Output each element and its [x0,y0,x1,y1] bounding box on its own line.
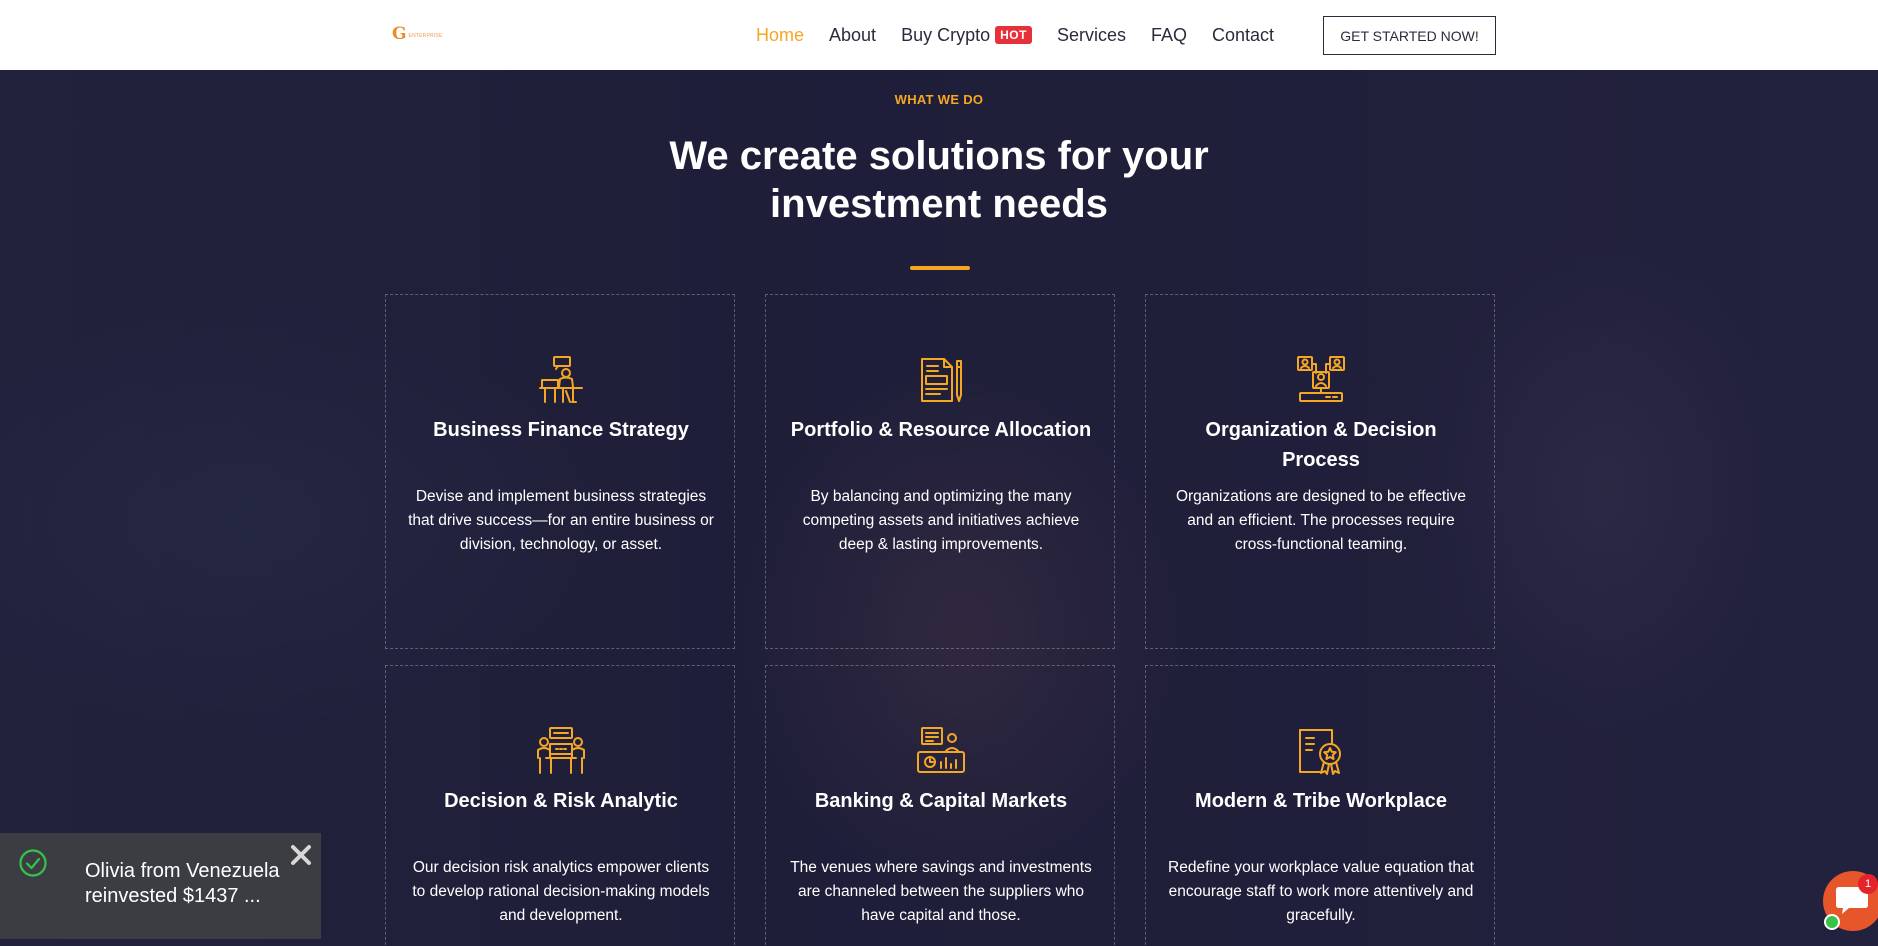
service-card-workplace: Modern & Tribe Workplace Redefine your w… [1145,665,1495,946]
nav-buy-crypto[interactable]: Buy Crypto HOT [901,25,1032,46]
service-card-portfolio: Portfolio & Resource Allocation By balan… [765,294,1115,649]
toast-message: Olivia from Venezuela reinvested $1437 .… [85,860,280,907]
card-title: Banking & Capital Markets [814,790,1068,812]
card-description: Our decision risk analytics empower clie… [412,859,710,924]
nav-home-label: Home [756,24,805,45]
nav-about[interactable]: About [829,25,876,46]
nav-contact-label: Contact [1212,24,1275,45]
logo-letter: G [392,24,407,44]
presenter-desk-icon [539,356,583,403]
main-nav: Home About Buy Crypto HOT Services FAQ Co… [756,0,1299,70]
online-status-dot [1824,914,1840,930]
nav-faq[interactable]: FAQ [1151,25,1187,46]
card-description: Devise and implement business strategies… [408,488,714,553]
nav-services-label: Services [1056,24,1126,45]
team-network-icon [1297,356,1345,402]
card-title: Portfolio & Resource Allocation [790,419,1092,441]
card-description: The venues where savings and investments… [790,859,1092,924]
service-card-banking: Banking & Capital Markets The venues whe… [765,665,1115,946]
service-card-business-finance: Business Finance Strategy Devise and imp… [385,294,735,649]
service-card-organization: Organization & Decision Process Organiza… [1145,294,1495,649]
card-description: By balancing and optimizing the many com… [802,488,1080,553]
hot-badge: HOT [995,26,1032,44]
section-eyebrow: WHAT WE DO [894,92,984,107]
get-started-button[interactable]: GET STARTED NOW! [1323,16,1496,55]
services-section: WHAT WE DO We create solutions for your … [0,70,1878,946]
nav-faq-label: FAQ [1150,24,1187,45]
nav-home[interactable]: Home [756,25,804,46]
close-icon[interactable] [289,843,313,867]
card-description: Organizations are designed to be effecti… [1175,488,1467,553]
nav-about-label: About [829,24,877,45]
logo-text: ENTERPRISE [408,32,443,39]
meeting-table-icon [537,727,585,774]
card-title: Organization & Decision Process [1205,419,1437,471]
card-title: Modern & Tribe Workplace [1195,790,1447,812]
certificate-award-icon [1299,729,1341,775]
nav-contact[interactable]: Contact [1212,25,1274,46]
card-description: Redefine your workplace value equation t… [1168,859,1474,924]
section-title: We create solutions for your investment … [669,134,1209,226]
chat-unread-badge: 1 [1858,874,1878,894]
document-pen-icon [921,358,962,402]
service-card-decision-risk: Decision & Risk Analytic Our decision ri… [385,665,735,946]
site-logo[interactable]: G ENTERPRISE [392,24,443,44]
check-circle-icon [19,849,47,877]
card-title: Business Finance Strategy [433,419,689,441]
nav-services[interactable]: Services [1057,25,1126,46]
nav-buy-crypto-label: Buy Crypto [901,24,991,45]
card-title: Decision & Risk Analytic [444,790,678,812]
title-divider [910,266,970,270]
analytics-screen-icon [917,727,965,773]
investment-toast: Olivia from Venezuela reinvested $1437 .… [0,833,321,939]
site-header: G ENTERPRISE Home About Buy Crypto HOT Se… [0,0,1878,70]
